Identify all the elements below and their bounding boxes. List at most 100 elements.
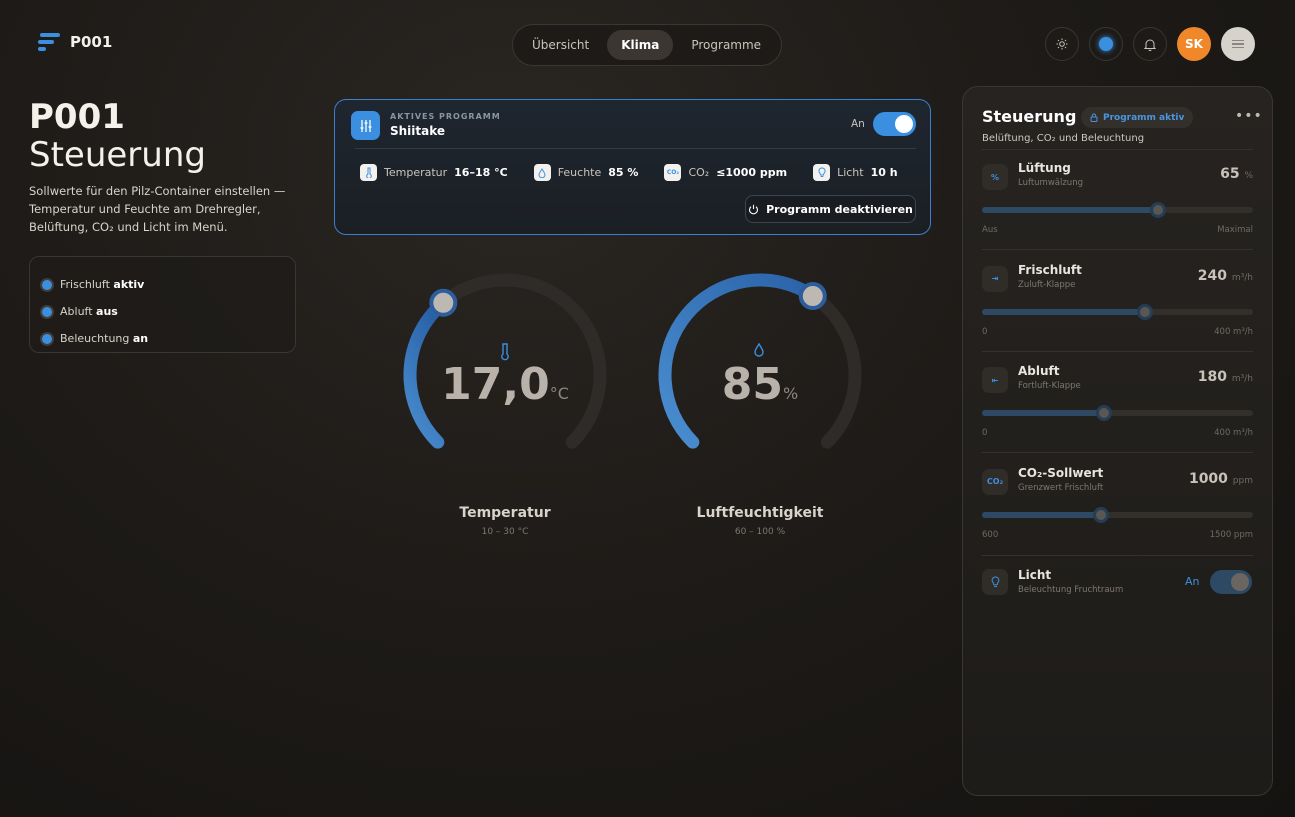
slider-min-label: Aus	[982, 225, 998, 235]
humidity-gauge[interactable]: 85%	[650, 265, 870, 485]
stat-label: CO₂	[688, 166, 710, 179]
value-number: 180	[1197, 369, 1227, 385]
control-value: 240 m³/h	[1198, 268, 1253, 284]
icon-glyph: %	[990, 172, 999, 182]
droplet-icon	[754, 342, 764, 357]
program-toggle-label: An	[851, 118, 865, 130]
value-unit: m³/h	[1231, 374, 1253, 384]
gauge-handle	[798, 282, 827, 311]
icon-glyph: ⇤	[991, 375, 999, 385]
avatar[interactable]: SK	[1177, 27, 1211, 61]
control-value: 1000 ppm	[1189, 471, 1253, 487]
panel-title: Steuerung	[982, 107, 1077, 126]
status-value: aktiv	[113, 278, 145, 291]
slider-handle[interactable]	[1093, 506, 1110, 523]
slider-handle[interactable]	[1095, 405, 1112, 421]
program-stat-light: Licht 10 h	[813, 164, 898, 181]
co2-icon: CO₂	[982, 468, 1008, 495]
page-heading: P001 Steuerung	[29, 98, 206, 174]
co2-icon: CO₂	[664, 164, 682, 181]
control-name: Abluft	[1018, 364, 1060, 378]
status-label: Abluft	[60, 305, 93, 318]
badge-label: Programm aktiv	[1103, 112, 1185, 123]
divider	[982, 249, 1253, 250]
control-sub: Grenzwert Frischluft	[1018, 482, 1104, 493]
slider-max-label: 400 m³/h	[1214, 428, 1253, 438]
divider	[355, 148, 916, 149]
program-stats: Temperatur 16–18 °C Feuchte 85 % CO₂ CO₂…	[360, 164, 898, 181]
theme-toggle-button[interactable]	[1045, 27, 1079, 61]
gauge-title: Luftfeuchtigkeit	[696, 505, 824, 521]
brand-title: P001	[70, 33, 113, 51]
notifications-button[interactable]	[1133, 27, 1167, 61]
control-panel: Steuerung Programm aktiv ••• Belüftung, …	[962, 86, 1273, 796]
page-title: P001	[29, 97, 125, 137]
slider-fill	[982, 308, 1145, 315]
gauge-readout: 17,0°C	[395, 359, 615, 410]
outlet-icon: ⇤	[982, 367, 1008, 393]
control-name: CO₂-Sollwert	[1018, 465, 1104, 480]
gauge-title: Temperatur	[459, 505, 551, 521]
divider	[982, 452, 1253, 453]
status-dot-icon	[42, 279, 52, 290]
program-stat-humidity: Feuchte 85 %	[533, 164, 639, 181]
gauge-readout: 85%	[650, 359, 870, 410]
tab-uebersicht[interactable]: Übersicht	[518, 30, 603, 60]
stat-value: ≤1000 ppm	[716, 166, 788, 179]
status-item-abluft: Abluft aus	[42, 298, 283, 325]
program-label: AKTIVES PROGRAMM	[390, 112, 501, 121]
gauge-unit: %	[783, 384, 799, 403]
gauge-range: 10 – 30 °C	[481, 527, 529, 537]
slider-fill	[982, 207, 1159, 213]
header-actions: SK	[1045, 27, 1255, 61]
lock-icon	[1090, 113, 1098, 122]
stat-label: Temperatur	[384, 166, 448, 179]
divider	[982, 555, 1253, 556]
slider-handle[interactable]	[1136, 303, 1153, 320]
slider-min-label: 600	[982, 529, 999, 540]
brand[interactable]: P001	[38, 33, 112, 51]
fan-icon: %	[982, 164, 1008, 190]
control-slider[interactable]	[982, 202, 1253, 218]
thermometer-icon	[360, 164, 377, 181]
bell-icon	[1144, 39, 1156, 51]
temperature-gauge[interactable]: 17,0°C	[395, 265, 615, 485]
connection-status-button[interactable]	[1089, 27, 1123, 61]
slider-max-label: 400 m³/h	[1214, 326, 1253, 337]
status-item-frischluft: Frischluft aktiv	[42, 271, 283, 298]
stat-value: 85 %	[608, 166, 639, 179]
slider-handle[interactable]	[1150, 202, 1167, 218]
panel-subtitle: Belüftung, CO₂ und Beleuchtung	[982, 133, 1145, 144]
control-name: Frischluft	[1018, 262, 1082, 277]
hamburger-icon	[1232, 38, 1244, 51]
droplet-icon	[533, 164, 551, 181]
light-toggle[interactable]	[1210, 570, 1252, 594]
gauge-value: 85	[721, 359, 784, 410]
slider-max-label: Maximal	[1217, 225, 1253, 235]
deactivate-program-button[interactable]: Programm deaktivieren	[745, 195, 916, 223]
stat-value: 16–18 °C	[454, 166, 508, 179]
deactivate-program-label: Programm deaktivieren	[766, 202, 913, 216]
program-toggle[interactable]	[873, 112, 916, 136]
tab-klima[interactable]: Klima	[607, 30, 674, 60]
more-options-icon[interactable]: •••	[1235, 108, 1263, 124]
power-icon	[749, 204, 759, 214]
status-dot-icon	[42, 306, 52, 317]
status-label: Frischluft	[60, 278, 110, 291]
tab-programme[interactable]: Programme	[677, 30, 775, 60]
page-description: Sollwerte für den Pilz-Container einstel…	[29, 184, 286, 234]
light-name: Licht	[1018, 568, 1052, 582]
menu-button[interactable]	[1221, 27, 1255, 61]
value-number: 65	[1220, 166, 1240, 182]
status-value: an	[132, 332, 149, 345]
control-slider[interactable]	[982, 506, 1253, 523]
program-stat-co2: CO₂ CO₂ ≤1000 ppm	[664, 164, 787, 181]
sun-icon	[1056, 38, 1068, 50]
control-slider[interactable]	[982, 405, 1253, 421]
control-slider[interactable]	[982, 303, 1253, 320]
value-unit: m³/h	[1231, 272, 1253, 283]
stat-label: Licht	[837, 166, 864, 179]
divider	[982, 350, 1253, 352]
program-active-badge: Programm aktiv	[1081, 107, 1194, 128]
gauge-unit: °C	[549, 384, 569, 403]
